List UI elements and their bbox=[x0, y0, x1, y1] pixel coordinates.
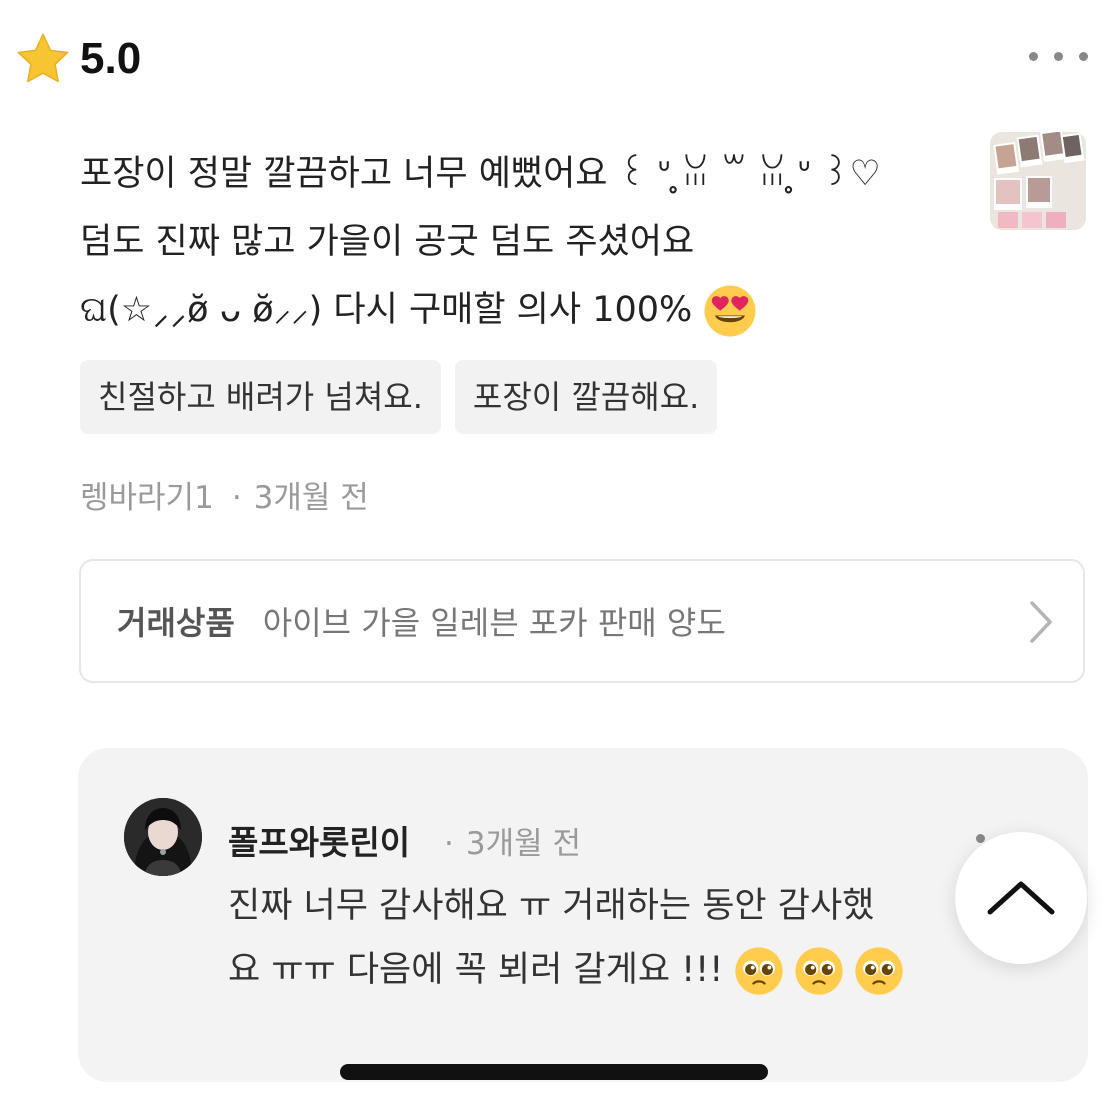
more-horizontal-icon bbox=[1054, 52, 1063, 61]
seller-reply: 폴프와롯린이 · 3개월 전 진짜 너무 감사해요 ㅠ 거래하는 동안 감사했 요… bbox=[78, 748, 1088, 1082]
scroll-to-top-button[interactable] bbox=[955, 832, 1087, 964]
reply-line: 진짜 너무 감사해요 ㅠ 거래하는 동안 감사했 bbox=[228, 886, 875, 926]
rating-value: 5.0 bbox=[80, 34, 142, 83]
chevron-up-icon bbox=[987, 881, 1055, 915]
photo-thumbnail-icon bbox=[990, 132, 1086, 230]
meta-separator: · bbox=[444, 826, 454, 862]
meta-separator: · bbox=[231, 480, 242, 516]
review-author[interactable]: 렝바라기1 bbox=[80, 480, 214, 516]
review-text: 포장이 정말 깔끔하고 너무 예뻤어요 ꒰ ᐡ ̥ꈍ ꒳ ꈍ ̥ᐡ ꒱♡ 덤도 … bbox=[80, 140, 940, 344]
chevron-right-icon bbox=[1030, 601, 1052, 643]
more-horizontal-icon bbox=[1029, 52, 1038, 61]
pleading-face-emoji-icon bbox=[855, 947, 904, 995]
review-time: 3개월 전 bbox=[253, 480, 369, 516]
reply-time: 3개월 전 bbox=[465, 826, 581, 862]
more-options-button[interactable] bbox=[1029, 52, 1088, 61]
pleading-face-emoji-icon bbox=[795, 947, 844, 995]
avatar[interactable] bbox=[124, 798, 202, 876]
reply-text: 진짜 너무 감사해요 ㅠ 거래하는 동안 감사했 요 ㅠㅠ 다음에 꼭 뵈러 갈… bbox=[228, 874, 1058, 1002]
review-photo[interactable] bbox=[990, 132, 1086, 230]
more-horizontal-icon bbox=[1079, 52, 1088, 61]
tag-packaging[interactable]: 포장이 깔끔해요. bbox=[454, 360, 718, 434]
rating: 5.0 bbox=[14, 28, 141, 90]
review-line: ଘ(☆⸝⸝ø̆ ᴗ ø̆⸝⸝) 다시 구매할 의사 100% bbox=[80, 276, 940, 344]
reply-author[interactable]: 폴프와롯린이 bbox=[228, 816, 410, 864]
reply-time-wrap: · 3개월 전 bbox=[444, 818, 581, 863]
star-icon bbox=[17, 33, 69, 83]
review-line: 덤도 진짜 많고 가을이 공굿 덤도 주셨어요 bbox=[80, 222, 695, 262]
tag-kind[interactable]: 친절하고 배려가 넘쳐요. bbox=[80, 360, 441, 434]
review-tags: 친절하고 배려가 넘쳐요. 포장이 깔끔해요. bbox=[80, 360, 718, 434]
product-label: 거래상품 bbox=[117, 604, 235, 642]
review-line: 포장이 정말 깔끔하고 너무 예뻤어요 ꒰ ᐡ ̥ꈍ ꒳ ꈍ ̥ᐡ ꒱♡ bbox=[80, 154, 881, 194]
reply-line: 요 ㅠㅠ 다음에 꼭 뵈러 갈게요 !!! bbox=[228, 938, 1058, 1002]
traded-product-card[interactable]: 거래상품 아이브 가을 일레븐 포카 판매 양도 bbox=[79, 559, 1085, 683]
heart-eyes-emoji-icon bbox=[704, 285, 756, 337]
pleading-face-emoji-icon bbox=[735, 947, 784, 995]
avatar-image bbox=[124, 798, 202, 876]
product-name: 아이브 가을 일레븐 포카 판매 양도 bbox=[262, 604, 726, 642]
home-indicator bbox=[340, 1064, 768, 1080]
review-meta: 렝바라기1 · 3개월 전 bbox=[80, 472, 369, 517]
reply-more-icon[interactable] bbox=[976, 834, 985, 843]
